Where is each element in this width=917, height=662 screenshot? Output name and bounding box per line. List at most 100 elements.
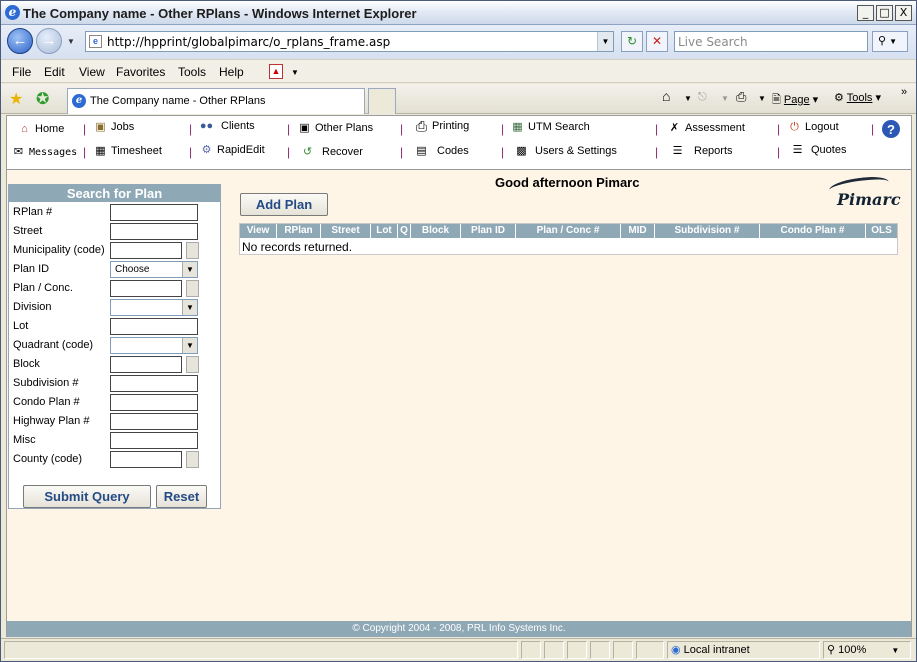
col-q[interactable]: Q (398, 224, 411, 238)
home-dropdown-icon[interactable]: ▼ (684, 94, 692, 103)
nav-timesheet[interactable]: ▦ Timesheet (93, 144, 162, 158)
lot-input[interactable] (110, 318, 198, 335)
print-dropdown-icon[interactable]: ▼ (758, 94, 766, 103)
nav-rapidedit[interactable]: ⚙ RapidEdit (199, 143, 265, 157)
add-plan-button[interactable]: Add Plan (240, 193, 328, 216)
division-select[interactable]: ▼ (110, 299, 198, 316)
nav-other-plans[interactable]: ▣ Other Plans (297, 121, 373, 135)
menu-favorites[interactable]: Favorites (116, 65, 165, 79)
nav-separator: | (501, 145, 505, 159)
minimize-button[interactable]: _ (857, 5, 874, 21)
label-division: Division (13, 301, 52, 313)
nav-assessment[interactable]: ✗ Assessment (667, 121, 745, 135)
nav-printing[interactable]: ⎙ Printing (414, 119, 469, 133)
print-icon[interactable]: ⎙ (736, 89, 746, 105)
calendar-icon: ▦ (95, 145, 106, 157)
plan-id-select[interactable]: Choose ▼ (110, 261, 198, 278)
quadrant-select[interactable]: ▼ (110, 337, 198, 354)
search-panel-title: Search for Plan (9, 185, 220, 202)
nav-logout[interactable]: ⏻ Logout (787, 120, 839, 134)
tab-current[interactable]: e The Company name - Other RPlans (67, 88, 365, 114)
nav-recover[interactable]: ↺ Recover (300, 145, 363, 159)
results-table: View RPlan Street Lot Q Block Plan ID Pl… (239, 223, 898, 255)
plan-conc-input[interactable] (110, 280, 182, 297)
zoom-dropdown-icon[interactable]: ▼ (891, 646, 899, 655)
menu-help[interactable]: Help (219, 65, 244, 79)
col-view[interactable]: View (240, 224, 277, 238)
menu-view[interactable]: View (79, 65, 105, 79)
help-icon[interactable]: ? (882, 120, 900, 138)
county-input[interactable] (110, 451, 182, 468)
nav-home[interactable]: ⌂ Home (17, 122, 64, 136)
misc-input[interactable] (110, 432, 198, 449)
menu-edit[interactable]: Edit (44, 65, 65, 79)
col-block[interactable]: Block (411, 224, 461, 238)
maximize-button[interactable]: □ (876, 5, 893, 21)
feeds-icon[interactable]: ⎋ (698, 91, 707, 104)
county-lookup-button[interactable] (186, 451, 199, 468)
nav-users-settings[interactable]: ▩ Users & Settings (514, 144, 617, 158)
submit-query-button[interactable]: Submit Query (23, 485, 151, 508)
page-menu[interactable]: 🗎 Page ▾ (772, 91, 818, 110)
nav-quotes[interactable]: ☰ Quotes (790, 143, 847, 157)
nav-clients[interactable]: ●● Clients (199, 119, 255, 133)
block-input[interactable] (110, 356, 182, 373)
refresh-icon[interactable]: ↻ (621, 31, 643, 52)
label-lot: Lot (13, 320, 29, 332)
pdf-icon[interactable]: ▲ (269, 64, 283, 79)
url-dropdown-icon[interactable]: ▼ (597, 32, 613, 51)
close-button[interactable]: X (895, 5, 912, 21)
favorites-star-icon[interactable]: ★ (9, 89, 23, 109)
col-mid[interactable]: MID (621, 224, 655, 238)
search-button[interactable]: ⚲ ▼ (872, 31, 908, 52)
plan-conc-lookup-button[interactable] (186, 280, 199, 297)
col-plan-id[interactable]: Plan ID (461, 224, 516, 238)
municipality-lookup-button[interactable] (186, 242, 199, 259)
zoom-control[interactable]: ⚲ 100% ▼ (823, 641, 911, 659)
col-subdivision[interactable]: Subdivision # (655, 224, 760, 238)
history-dropdown-icon[interactable]: ▼ (67, 37, 75, 46)
stop-icon[interactable]: ✕ (646, 31, 668, 52)
col-street[interactable]: Street (321, 224, 371, 238)
status-cell (521, 641, 541, 659)
condo-plan-input[interactable] (110, 394, 198, 411)
chevron-down-icon: ▼ (182, 262, 197, 277)
live-search-input[interactable]: Live Search (674, 31, 868, 52)
back-button[interactable]: ← (7, 28, 33, 54)
col-lot[interactable]: Lot (371, 224, 398, 238)
home-icon[interactable]: ⌂ (662, 88, 670, 104)
nav-jobs[interactable]: ▣ Jobs (93, 120, 134, 134)
subdivision-input[interactable] (110, 375, 198, 392)
street-input[interactable] (110, 223, 198, 240)
col-plan-conc[interactable]: Plan / Conc # (516, 224, 621, 238)
reset-button[interactable]: Reset (156, 485, 207, 508)
menu-file[interactable]: File (12, 65, 31, 79)
search-dropdown-icon[interactable]: ▼ (889, 37, 897, 46)
label-misc: Misc (13, 434, 36, 446)
security-zone[interactable]: ◉ Local intranet (667, 641, 820, 659)
nav-messages[interactable]: ✉ Messages (11, 145, 77, 159)
col-rplan[interactable]: RPlan (277, 224, 321, 238)
label-subdivision: Subdivision # (13, 377, 79, 389)
menu-tools[interactable]: Tools (178, 65, 206, 79)
add-favorite-icon[interactable]: ✪ (36, 89, 49, 109)
feeds-dropdown-icon[interactable]: ▼ (721, 94, 729, 103)
col-ols[interactable]: OLS (866, 224, 897, 238)
pdf-dropdown-icon[interactable]: ▼ (291, 68, 299, 77)
highway-plan-input[interactable] (110, 413, 198, 430)
new-tab-button[interactable] (368, 88, 396, 114)
codes-icon: ▤ (416, 145, 427, 157)
address-bar[interactable]: e http://hpprint/globalpimarc/o_rplans_f… (85, 31, 614, 52)
chevron-more-icon[interactable]: » (901, 86, 907, 98)
block-lookup-button[interactable] (186, 356, 199, 373)
list-icon: ☰ (672, 145, 683, 157)
nav-utm-search[interactable]: ▦ UTM Search (510, 120, 589, 134)
forward-button[interactable]: → (36, 28, 62, 54)
nav-reports[interactable]: ☰ Reports (670, 144, 733, 158)
rplan-input[interactable] (110, 204, 198, 221)
col-condo-plan[interactable]: Condo Plan # (760, 224, 866, 238)
nav-codes[interactable]: ▤ Codes (414, 144, 469, 158)
municipality-input[interactable] (110, 242, 182, 259)
map-icon: ▦ (512, 121, 523, 133)
tools-menu[interactable]: ⚙ Tools ▾ (834, 91, 881, 104)
